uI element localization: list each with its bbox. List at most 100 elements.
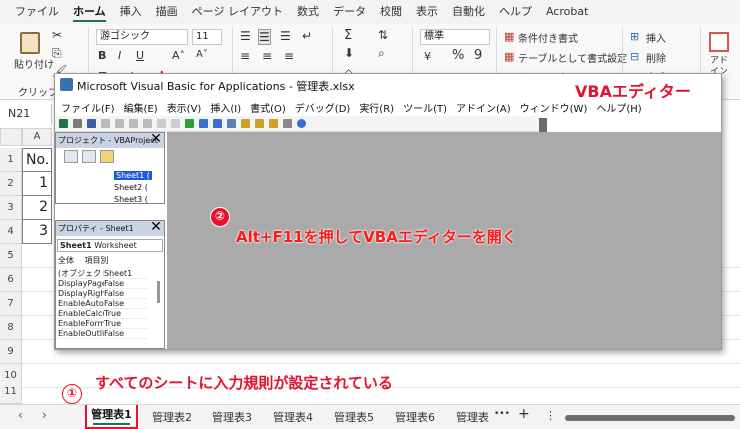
more-tabs-button[interactable]: •••: [494, 409, 510, 419]
toggle-folders-icon[interactable]: [100, 150, 114, 163]
copy-icon[interactable]: ⎘: [52, 46, 62, 61]
align-center-2-icon[interactable]: ≡: [262, 49, 272, 63]
cut-icon[interactable]: ✂: [52, 28, 62, 42]
select-all-corner[interactable]: [0, 128, 22, 146]
bold-button[interactable]: B: [98, 49, 106, 62]
copy-icon[interactable]: [115, 119, 124, 128]
sheet-tab-active[interactable]: 管理表1: [85, 405, 138, 429]
excel-view-icon[interactable]: [59, 119, 68, 128]
fill-icon[interactable]: ⬇: [344, 46, 354, 60]
row-header[interactable]: 1: [0, 148, 22, 172]
insert-cells-button[interactable]: 挿入: [646, 30, 666, 45]
paste-label[interactable]: 貼り付け: [14, 56, 54, 71]
align-right-icon[interactable]: ☰: [280, 29, 291, 43]
vba-menu-debug[interactable]: デバッグ(D): [295, 100, 351, 115]
align-center-icon[interactable]: ☰: [258, 29, 271, 45]
name-box[interactable]: N21: [0, 104, 52, 124]
add-sheet-button[interactable]: +: [518, 406, 530, 422]
horizontal-scrollbar[interactable]: [565, 415, 735, 421]
property-row[interactable]: EnableCalculationTrue: [58, 309, 148, 319]
column-header-a[interactable]: A: [22, 128, 52, 146]
property-row[interactable]: EnableFormatConditionsCalculationTrue: [58, 319, 148, 329]
delete-cells-icon[interactable]: ⊟: [630, 50, 639, 63]
object-select[interactable]: Sheet1 Worksheet: [57, 239, 163, 252]
menu-tab-draw[interactable]: 描画: [149, 0, 185, 24]
close-icon[interactable]: ✕: [150, 220, 162, 234]
vba-menu-file[interactable]: ファイル(F): [61, 100, 115, 115]
sort-icon[interactable]: ⇅: [378, 28, 388, 42]
project-item-sheet1[interactable]: Sheet1 (: [114, 171, 152, 180]
run-icon[interactable]: [185, 119, 194, 128]
delete-cells-button[interactable]: 削除: [646, 50, 666, 65]
align-left-2-icon[interactable]: ≡: [240, 49, 250, 63]
conditional-format-icon[interactable]: ▦: [504, 30, 514, 43]
properties-scrollbar[interactable]: [157, 281, 160, 303]
project-item-sheet3[interactable]: Sheet3 (: [114, 195, 148, 204]
sheet-tab[interactable]: 管理表3: [212, 409, 252, 425]
cell-a2[interactable]: 1: [22, 172, 52, 196]
menu-tab-formulas[interactable]: 数式: [290, 0, 326, 24]
menu-tab-automate[interactable]: 自動化: [445, 0, 492, 24]
view-code-icon[interactable]: [64, 150, 78, 163]
font-size-select[interactable]: 11: [192, 29, 222, 45]
project-explorer-icon[interactable]: [241, 119, 250, 128]
menu-tab-home[interactable]: ホーム: [66, 0, 113, 24]
properties-icon[interactable]: [255, 119, 264, 128]
menu-tab-acrobat[interactable]: Acrobat: [539, 0, 595, 24]
property-row[interactable]: DisplayPageBreaksFalse: [58, 279, 148, 289]
insert-cells-icon[interactable]: ⊞: [630, 30, 639, 43]
row-header[interactable]: 2: [0, 172, 22, 196]
tab-scroll-right-icon[interactable]: ›: [42, 408, 47, 422]
paste-icon[interactable]: [20, 32, 40, 54]
tab-categorized[interactable]: 項目別: [85, 256, 109, 265]
sheet-tab[interactable]: 管理表: [456, 409, 489, 425]
align-left-icon[interactable]: ☰: [240, 29, 251, 43]
row-header[interactable]: 11: [0, 380, 22, 404]
help-icon[interactable]: [297, 119, 306, 128]
menu-tab-file[interactable]: ファイル: [8, 0, 66, 24]
cell-a3[interactable]: 2: [22, 196, 52, 220]
toolbox-icon[interactable]: [283, 119, 292, 128]
font-name-select[interactable]: 游ゴシック: [96, 29, 188, 45]
currency-icon[interactable]: ¥: [424, 50, 431, 63]
save-icon[interactable]: [87, 119, 96, 128]
conditional-format-button[interactable]: 条件付き書式: [518, 30, 578, 45]
row-header[interactable]: 3: [0, 196, 22, 220]
wrap-text-icon[interactable]: ↵: [302, 29, 312, 43]
vba-menu-tools[interactable]: ツール(T): [403, 100, 447, 115]
break-icon[interactable]: [199, 119, 208, 128]
row-header[interactable]: 6: [0, 268, 22, 292]
menu-tab-data[interactable]: データ: [326, 0, 373, 24]
menu-tab-page-layout[interactable]: ページ レイアウト: [185, 0, 290, 24]
addin-icon[interactable]: [709, 32, 729, 52]
sheet-tab[interactable]: 管理表4: [273, 409, 313, 425]
italic-button[interactable]: I: [118, 49, 121, 62]
property-row[interactable]: EnableOutliningFalse: [58, 329, 148, 339]
paste-icon[interactable]: [129, 119, 138, 128]
reset-icon[interactable]: [213, 119, 222, 128]
row-header[interactable]: 8: [0, 316, 22, 340]
vba-menu-edit[interactable]: 編集(E): [124, 100, 158, 115]
menu-tab-view[interactable]: 表示: [409, 0, 445, 24]
table-format-button[interactable]: テーブルとして書式設定: [518, 50, 627, 65]
tab-alphabetic[interactable]: 全体: [58, 256, 74, 265]
font-shrink-icon[interactable]: A˅: [196, 49, 208, 60]
menu-tab-help[interactable]: ヘルプ: [492, 0, 539, 24]
underline-button[interactable]: U: [136, 49, 144, 62]
table-format-icon[interactable]: ▦: [504, 50, 514, 63]
tab-options-button[interactable]: ⋮: [545, 409, 556, 422]
align-right-2-icon[interactable]: ≡: [284, 49, 294, 63]
row-header[interactable]: 5: [0, 244, 22, 268]
project-item-sheet2[interactable]: Sheet2 (: [114, 183, 148, 192]
properties-pane[interactable]: プロパティ - Sheet1 ✕ Sheet1 Worksheet 全体 項目別…: [55, 220, 165, 349]
menu-tab-review[interactable]: 校閲: [373, 0, 409, 24]
close-icon[interactable]: ✕: [150, 132, 162, 146]
object-browser-icon[interactable]: [269, 119, 278, 128]
row-header[interactable]: 9: [0, 340, 22, 364]
vba-menu-view[interactable]: 表示(V): [167, 100, 202, 115]
row-header[interactable]: 4: [0, 220, 22, 244]
autosum-icon[interactable]: Σ: [344, 28, 352, 43]
property-row[interactable]: DisplayRightToLeftFalse: [58, 289, 148, 299]
cell-a4[interactable]: 3: [22, 220, 52, 244]
menu-tab-insert[interactable]: 挿入: [113, 0, 149, 24]
